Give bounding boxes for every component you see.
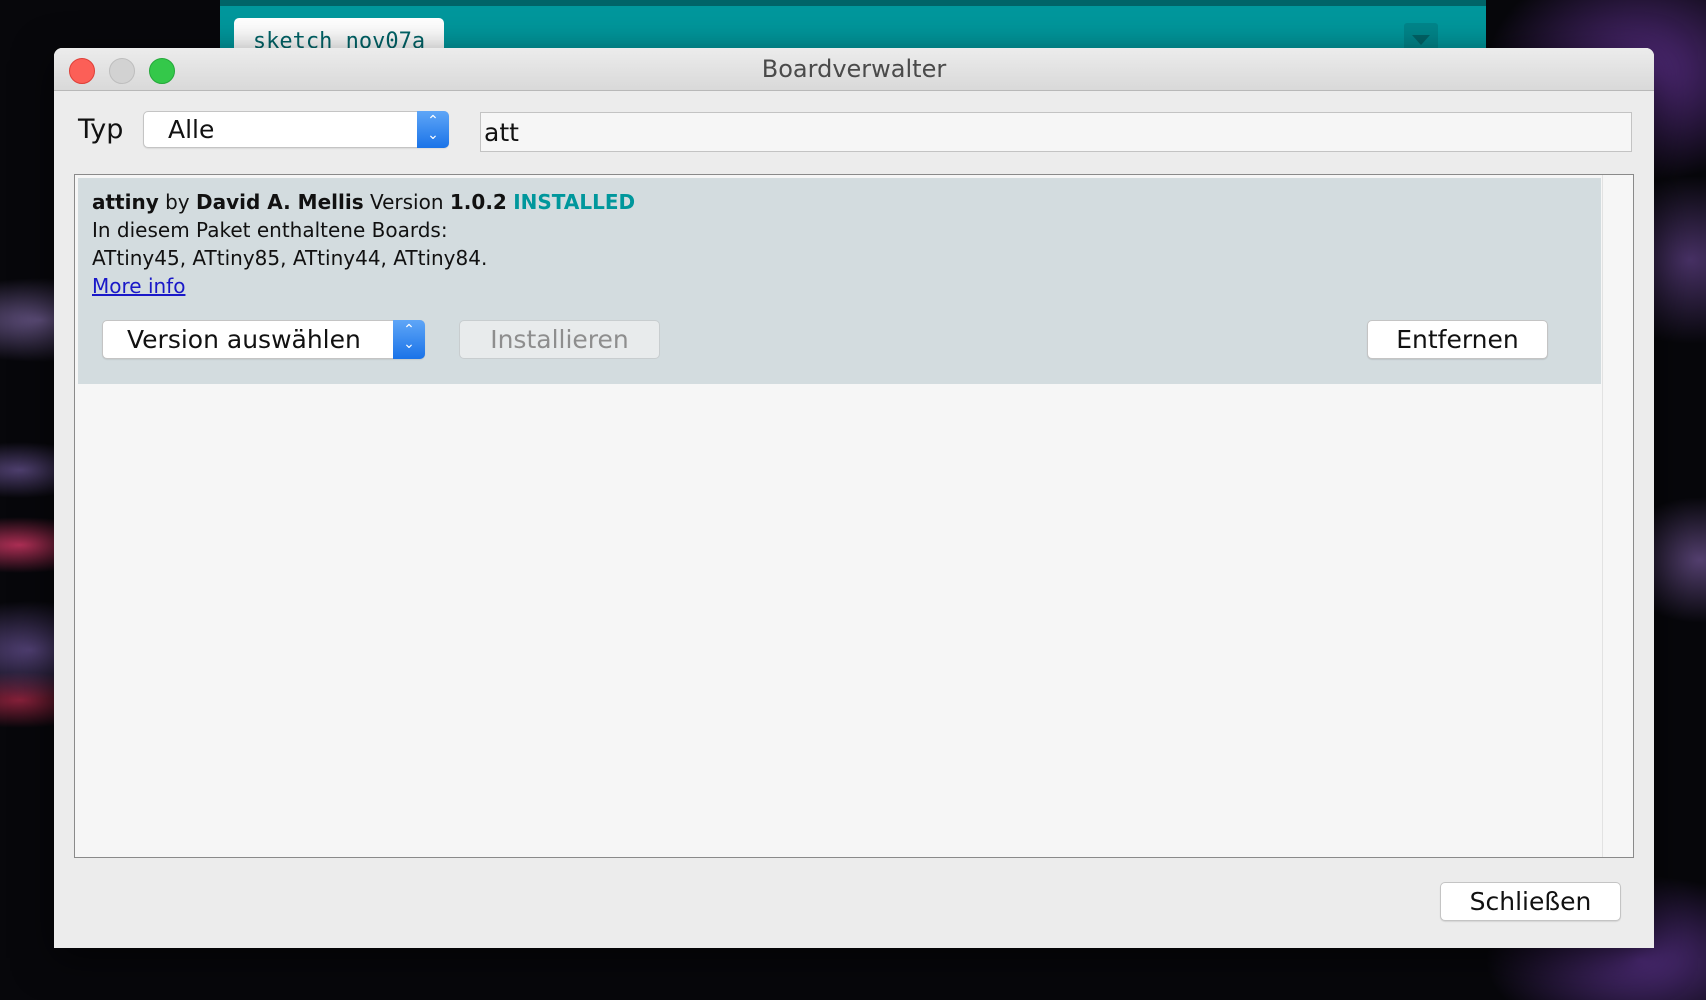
search-input[interactable]	[480, 112, 1632, 152]
vertical-scrollbar[interactable]	[1602, 175, 1633, 857]
boards-list: ATtiny45, ATtiny85, ATtiny44, ATtiny84.	[92, 246, 488, 270]
type-filter-select[interactable]: Alle ⌃ ⌄	[143, 111, 449, 148]
install-button[interactable]: Installieren	[459, 320, 660, 359]
board-header-line: attiny by David A. Mellis Version 1.0.2 …	[92, 188, 635, 216]
type-filter-label: Typ	[78, 114, 124, 145]
title-bar: Boardverwalter	[54, 48, 1654, 91]
close-button[interactable]: Schließen	[1440, 882, 1621, 921]
board-name: attiny	[92, 190, 159, 214]
board-by-label: by	[165, 190, 190, 214]
boards-heading: In diesem Paket enthaltene Boards:	[92, 218, 448, 242]
dialog-title: Boardverwalter	[761, 55, 947, 83]
up-down-chevron-icon: ⌃ ⌄	[417, 111, 449, 148]
status-badge: INSTALLED	[513, 190, 636, 214]
more-info-link[interactable]: More info	[92, 274, 185, 298]
remove-button[interactable]: Entfernen	[1367, 320, 1548, 359]
board-version-label: Version	[369, 190, 444, 214]
board-entry-info: attiny by David A. Mellis Version 1.0.2 …	[92, 188, 635, 300]
list-item[interactable]: attiny by David A. Mellis Version 1.0.2 …	[78, 178, 1601, 384]
version-select[interactable]: Version auswählen ⌃ ⌄	[102, 320, 425, 359]
type-filter-value: Alle	[168, 115, 215, 144]
board-author: David A. Mellis	[196, 190, 364, 214]
board-version: 1.0.2	[449, 190, 507, 214]
version-select-label: Version auswählen	[127, 325, 361, 354]
up-down-chevron-icon: ⌃ ⌄	[393, 320, 425, 359]
boards-manager-dialog: Boardverwalter Typ Alle ⌃⌄ attiny by Dav…	[54, 48, 1654, 948]
board-list: attiny by David A. Mellis Version 1.0.2 …	[74, 174, 1634, 858]
